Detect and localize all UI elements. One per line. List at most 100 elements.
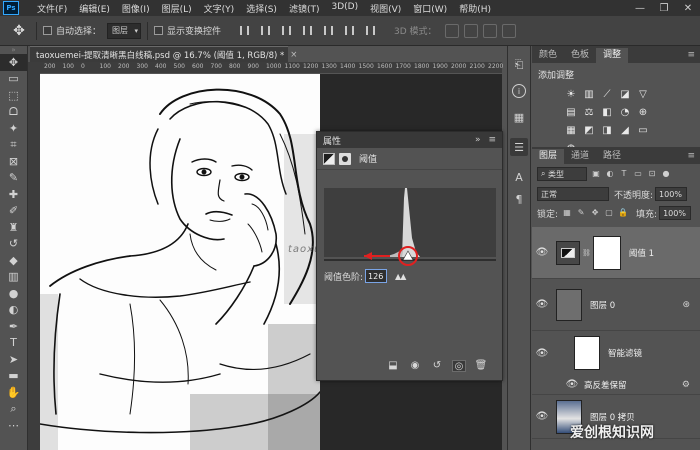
rectangle-tool-icon[interactable]: ▬ <box>0 368 27 385</box>
blur-tool-icon[interactable]: ● <box>0 285 27 302</box>
menu-file[interactable]: 文件(F) <box>31 2 73 15</box>
clip-to-layer-icon[interactable]: ⬓ <box>386 360 400 372</box>
layer-row-layer0[interactable]: 👁 图层 0 ⊛ <box>532 279 700 331</box>
curves-icon[interactable]: ⟋ <box>600 87 614 101</box>
gradient-map-icon[interactable]: ▭ <box>636 123 650 137</box>
filter-adjustment-icon[interactable]: ◐ <box>605 169 615 179</box>
move-tool-icon[interactable]: ✥ <box>8 20 30 42</box>
visibility-eye-icon[interactable]: 👁 <box>532 247 552 258</box>
visibility-eye-icon[interactable]: 👁 <box>532 348 552 359</box>
3d-rotate-icon[interactable] <box>444 23 459 38</box>
blend-mode-dropdown[interactable]: 正常 <box>537 187 609 201</box>
threshold-adjustment-icon[interactable] <box>323 152 335 165</box>
auto-select-dropdown[interactable]: 图层 <box>107 22 142 39</box>
brush-tool-icon[interactable]: ✐ <box>0 203 27 220</box>
smart-filter-icon[interactable]: ⊛ <box>682 300 690 310</box>
marquee-tool-icon[interactable]: ⬚ <box>0 87 27 104</box>
color-balance-icon[interactable]: ⚖ <box>582 105 596 119</box>
lasso-tool-icon[interactable]: ᗝ <box>0 104 27 121</box>
menu-3d[interactable]: 3D(D) <box>325 2 364 15</box>
black-white-icon[interactable]: ◧ <box>600 105 614 119</box>
invert-icon[interactable]: ◩ <box>582 123 596 137</box>
mask-thumbnail[interactable] <box>592 235 621 270</box>
photo-filter-icon[interactable]: ◔ <box>618 105 632 119</box>
vibrance-icon[interactable]: ▽ <box>636 87 650 101</box>
character-icon[interactable]: A <box>510 168 528 186</box>
menu-image[interactable]: 图像(I) <box>116 2 156 15</box>
visibility-eye-icon[interactable]: 👁 <box>532 299 552 310</box>
lock-all-icon[interactable]: 🔒 <box>618 208 628 218</box>
type-tool-icon[interactable]: T <box>0 335 27 352</box>
brightness-contrast-icon[interactable]: ☀ <box>564 87 578 101</box>
view-previous-icon[interactable]: ◉ <box>408 360 422 372</box>
paragraph-icon[interactable]: ¶ <box>510 190 528 208</box>
threshold-slider[interactable] <box>324 246 496 266</box>
filter-smart-icon[interactable]: ⊡ <box>647 169 657 179</box>
dodge-tool-icon[interactable]: ◐ <box>0 302 27 319</box>
3d-slide-icon[interactable] <box>501 23 516 38</box>
zoom-tool-icon[interactable]: ⌕ <box>0 401 27 418</box>
threshold-level-input[interactable]: 126 <box>365 269 388 283</box>
chain-link-icon[interactable]: ⛓ <box>582 249 591 257</box>
tab-channels[interactable]: 通道 <box>564 149 596 164</box>
3d-roll-icon[interactable] <box>463 23 478 38</box>
tab-color[interactable]: 颜色 <box>532 48 564 63</box>
menu-layer[interactable]: 图层(L) <box>156 2 198 15</box>
color-lookup-icon[interactable]: ▦ <box>564 123 578 137</box>
path-select-icon[interactable]: ➤ <box>0 351 27 368</box>
align-hcenter-icon[interactable] <box>319 23 337 39</box>
toolbar-grip[interactable]: » <box>0 46 27 54</box>
toggle-visibility-icon[interactable]: ◎ <box>452 360 466 372</box>
layer-row-high-pass[interactable]: 👁 高反差保留 ⚙ <box>532 375 700 395</box>
align-top-icon[interactable] <box>235 23 253 39</box>
3d-pan-icon[interactable] <box>482 23 497 38</box>
menu-edit[interactable]: 编辑(E) <box>73 2 116 15</box>
eyedropper-icon[interactable]: ✎ <box>0 170 27 187</box>
slider-handle[interactable] <box>324 246 496 271</box>
fill-input[interactable]: 100% <box>659 206 692 220</box>
close-button[interactable]: ✕ <box>676 3 700 14</box>
align-right-icon[interactable] <box>340 23 358 39</box>
delete-icon[interactable]: 🗑 <box>474 360 488 372</box>
exposure-icon[interactable]: ◪ <box>618 87 632 101</box>
document-tab[interactable]: taoxuemei-提取清晰黑白线稿.psd @ 16.7% (阈值 1, RG… <box>30 46 297 62</box>
layer-row-smart-filters[interactable]: 👁 智能滤镜 <box>532 331 700 375</box>
panel-menu-icon[interactable]: ≡ <box>488 135 496 145</box>
eraser-icon[interactable]: ◆ <box>0 252 27 269</box>
pen-tool-icon[interactable]: ✒ <box>0 318 27 335</box>
hue-saturation-icon[interactable]: ▤ <box>564 105 578 119</box>
layer-mask-icon[interactable] <box>339 152 351 165</box>
crop-tool-icon[interactable]: ⌗ <box>0 137 27 154</box>
collapse-icon[interactable]: » <box>475 135 481 145</box>
threshold-icon[interactable]: ◢ <box>618 123 632 137</box>
menu-window[interactable]: 窗口(W) <box>407 2 453 15</box>
properties-title-bar[interactable]: 属性 » ≡ <box>317 132 502 148</box>
channel-mixer-icon[interactable]: ⊕ <box>636 105 650 119</box>
visibility-eye-icon[interactable]: 👁 <box>562 379 582 390</box>
reset-icon[interactable]: ↺ <box>430 360 444 372</box>
layer-row-threshold[interactable]: 👁 ⛓ 阈值 1 <box>532 227 700 279</box>
posterize-icon[interactable]: ◨ <box>600 123 614 137</box>
tab-adjustments[interactable]: 调整 <box>596 48 629 63</box>
healing-brush-icon[interactable]: ✚ <box>0 186 27 203</box>
document-canvas[interactable] <box>40 74 320 450</box>
filter-type-icon[interactable]: T <box>619 169 629 179</box>
align-left-icon[interactable] <box>298 23 316 39</box>
info-icon[interactable]: i <box>512 84 526 98</box>
history-brush-icon[interactable]: ↺ <box>0 236 27 253</box>
artboard-tool-icon[interactable]: ▭ <box>0 71 27 88</box>
properties-icon[interactable]: ☰ <box>510 138 528 156</box>
magic-wand-icon[interactable]: ✦ <box>0 120 27 137</box>
menu-filter[interactable]: 滤镜(T) <box>283 2 326 15</box>
visibility-eye-icon[interactable]: 👁 <box>532 411 552 422</box>
filter-shape-icon[interactable]: ▭ <box>633 169 643 179</box>
filter-options-icon[interactable]: ⚙ <box>682 380 690 390</box>
show-transform-checkbox[interactable] <box>154 26 164 35</box>
close-tab-icon[interactable]: × <box>290 50 297 60</box>
filter-toggle-icon[interactable]: ● <box>661 169 671 179</box>
hand-tool-icon[interactable]: ✋ <box>0 384 27 401</box>
gradient-tool-icon[interactable]: ▥ <box>0 269 27 286</box>
menu-view[interactable]: 视图(V) <box>364 2 407 15</box>
lock-image-icon[interactable]: ✎ <box>576 208 586 218</box>
panel-menu-icon[interactable]: ≡ <box>687 48 695 63</box>
